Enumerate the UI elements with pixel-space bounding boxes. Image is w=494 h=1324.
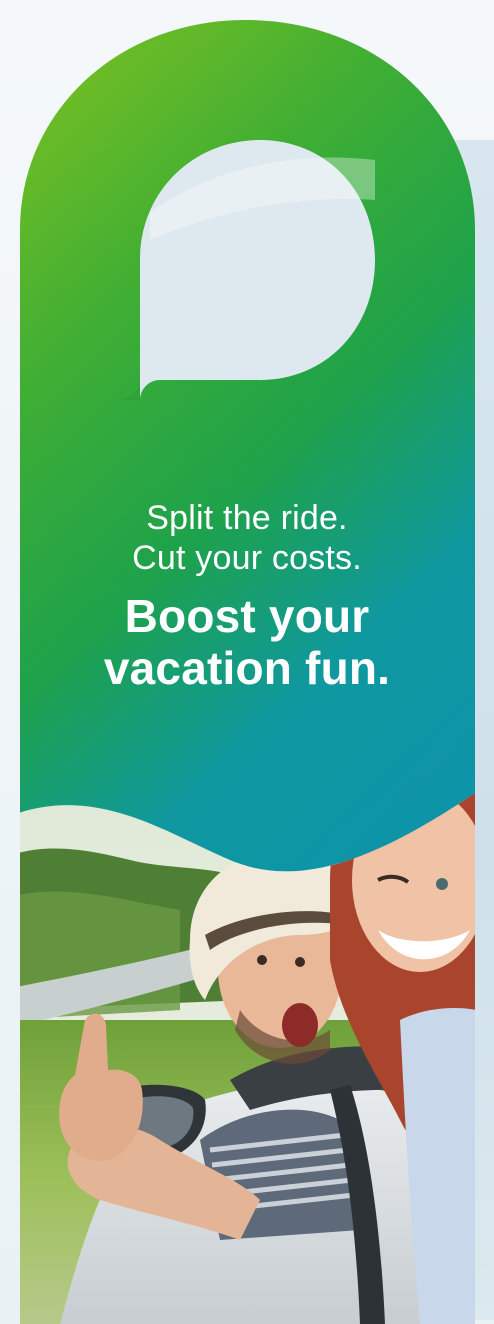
headline-line-2: vacation fun. [103, 642, 391, 694]
headline: Boost your vacation fun. [0, 590, 494, 694]
tagline-line-1: Split the ride. [146, 499, 348, 537]
tagline-line-2: Cut your costs. [132, 539, 362, 577]
door-hanger-page: Split the ride. Cut your costs. Boost yo… [0, 0, 494, 1324]
tagline: Split the ride. Cut your costs. [0, 498, 494, 578]
headline-line-1: Boost your [124, 590, 370, 642]
